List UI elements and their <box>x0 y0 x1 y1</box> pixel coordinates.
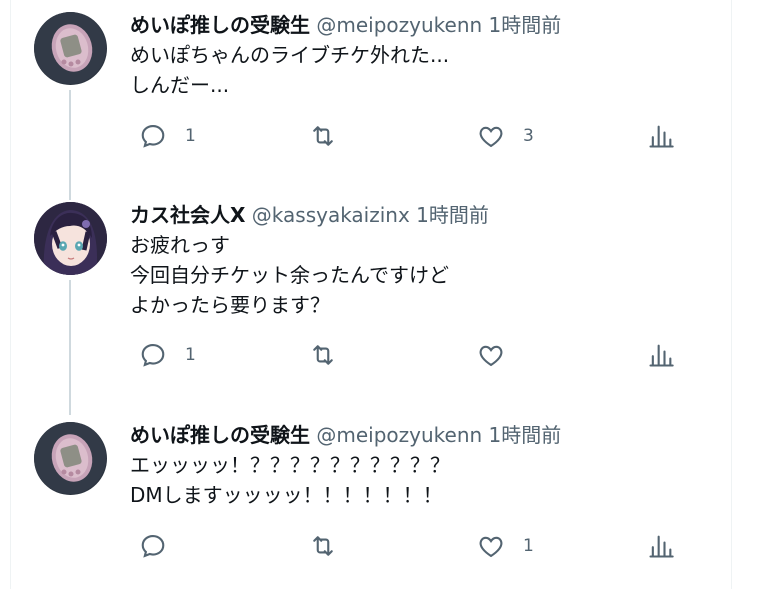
tweet-header: めいぽ推しの受験生 @meipozyukenn 1時間前 <box>130 12 561 38</box>
retweet-icon <box>313 126 333 146</box>
tweet-header: カス社会人X @kassyakaizinx 1時間前 <box>130 202 489 228</box>
heart-icon <box>479 536 503 558</box>
anime-girl-avatar <box>34 202 107 275</box>
retweet-button[interactable] <box>309 340 355 370</box>
like-button[interactable]: 3 <box>477 121 534 151</box>
views-button[interactable] <box>647 531 675 561</box>
retweet-icon <box>313 345 333 365</box>
like-count: 3 <box>523 126 534 146</box>
tweet-header: めいぽ推しの受験生 @meipozyukenn 1時間前 <box>130 422 561 448</box>
reply-count: 1 <box>185 345 196 365</box>
avatar[interactable] <box>34 422 107 495</box>
tamagotchi-avatar <box>34 12 107 85</box>
like-button[interactable] <box>477 340 523 370</box>
heart-icon <box>479 345 503 367</box>
heart-icon <box>479 126 503 148</box>
bar-chart-icon <box>649 344 674 367</box>
display-name[interactable]: カス社会人X <box>130 203 245 227</box>
timestamp[interactable]: 1時間前 <box>489 13 562 37</box>
reply-icon <box>141 344 165 367</box>
retweet-icon <box>313 536 333 556</box>
tweet-line: エッッッッ！？？？？？？？？？？ <box>130 453 450 477</box>
tweet-line: DMしますッッッッ！！！！！！！ <box>130 483 443 507</box>
reply-count: 1 <box>185 126 196 146</box>
reply-icon <box>141 125 165 148</box>
like-count: 1 <box>523 536 534 556</box>
reply-button[interactable]: 1 <box>139 121 196 151</box>
views-button[interactable] <box>647 121 675 151</box>
user-handle[interactable]: @kassyakaizinx <box>252 203 410 227</box>
tweet-line: めいぽちゃんのライブチケ外れた... <box>130 43 450 67</box>
reply-icon <box>141 535 165 558</box>
tweet-actions: 1 <box>0 531 762 561</box>
tweet-text: エッッッッ！？？？？？？？？？？ DMしますッッッッ！！！！！！！ <box>130 450 450 510</box>
user-handle[interactable]: @meipozyukenn <box>316 423 482 447</box>
tweet-actions: 1 <box>0 340 762 370</box>
views-button[interactable] <box>647 340 675 370</box>
tweet-line: しんだー... <box>130 73 230 97</box>
avatar[interactable] <box>34 12 107 85</box>
tweet-line: 今回自分チケット余ったんですけど <box>130 263 449 287</box>
timestamp[interactable]: 1時間前 <box>489 423 562 447</box>
tweet-text: めいぽちゃんのライブチケ外れた... しんだー... <box>130 40 449 100</box>
retweet-button[interactable] <box>309 531 355 561</box>
retweet-button[interactable] <box>309 121 355 151</box>
tweet-actions: 1 3 <box>0 121 762 151</box>
tamagotchi-avatar <box>34 422 107 495</box>
tweet-text: お疲れっす 今回自分チケット余ったんですけど よかったら要ります？ <box>130 230 449 320</box>
avatar[interactable] <box>34 202 107 275</box>
tweet-line: お疲れっす <box>130 233 230 257</box>
tweet-line: よかったら要ります？ <box>130 293 330 317</box>
display-name[interactable]: めいぽ推しの受験生 <box>130 13 310 37</box>
timestamp[interactable]: 1時間前 <box>416 203 489 227</box>
bar-chart-icon <box>649 535 674 558</box>
reply-button[interactable] <box>139 531 185 561</box>
user-handle[interactable]: @meipozyukenn <box>316 13 482 37</box>
display-name[interactable]: めいぽ推しの受験生 <box>130 423 310 447</box>
bar-chart-icon <box>649 125 674 148</box>
reply-button[interactable]: 1 <box>139 340 196 370</box>
like-button[interactable]: 1 <box>477 531 534 561</box>
